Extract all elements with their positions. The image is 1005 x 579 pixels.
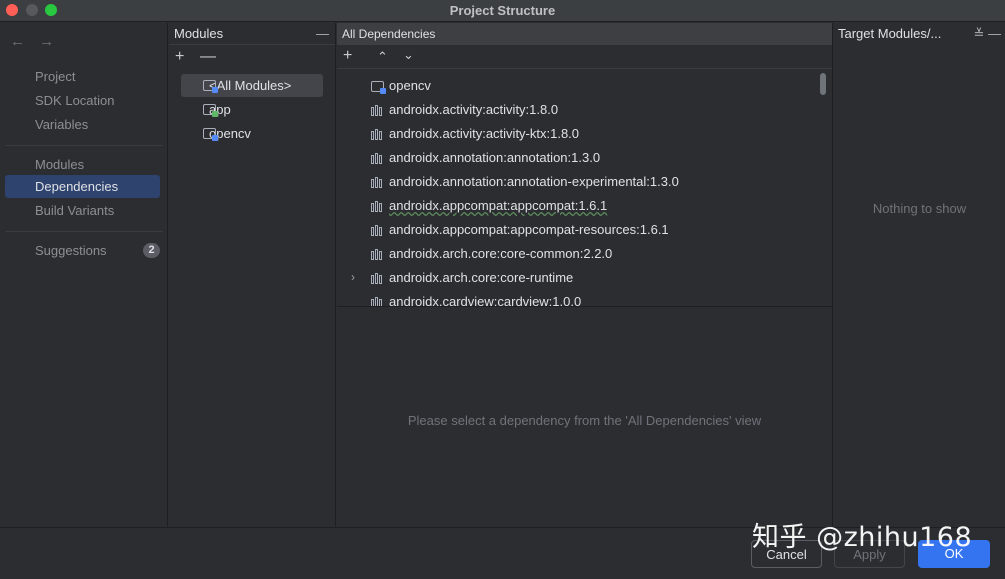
nav-arrows: ← → <box>10 33 64 50</box>
dependency-label: androidx.activity:activity:1.8.0 <box>389 102 559 117</box>
expand-chevron-icon[interactable]: › <box>351 270 355 284</box>
target-modules-panel: Target Modules/... ≚ — Nothing to show <box>834 23 1005 527</box>
dependency-label: opencv <box>389 78 431 93</box>
library-icon <box>371 249 383 260</box>
sidebar-item-build-variants[interactable]: Build Variants <box>5 199 160 222</box>
module-folder-icon <box>371 81 386 94</box>
details-placeholder: Please select a dependency from the 'All… <box>407 413 762 428</box>
module-folder-icon <box>203 128 218 141</box>
sidebar-item-variables[interactable]: Variables <box>5 113 160 136</box>
library-icon <box>371 273 383 284</box>
dependency-row[interactable]: opencv <box>367 74 431 98</box>
suggestions-count-badge: 2 <box>143 243 160 258</box>
dependency-row[interactable]: androidx.activity:activity:1.8.0 <box>367 98 558 122</box>
modules-header: Modules — <box>169 23 335 45</box>
module-label: <All Modules> <box>209 78 292 93</box>
dependency-row[interactable]: androidx.arch.core:core-common:2.2.0 <box>367 242 612 266</box>
expand-all-icon[interactable]: ⌃ <box>377 49 388 65</box>
add-dependency-icon[interactable]: + <box>343 48 352 64</box>
modules-panel: Modules — + — <All Modules> app opencv <box>169 23 336 527</box>
library-icon <box>371 225 383 236</box>
dependencies-scrollbar[interactable] <box>820 73 826 95</box>
divider <box>5 145 163 146</box>
dependency-row[interactable]: androidx.annotation:annotation-experimen… <box>367 170 679 194</box>
dependencies-header: All Dependencies <box>337 23 832 45</box>
sidebar-item-dependencies[interactable]: Dependencies <box>5 175 160 198</box>
forward-arrow-icon[interactable]: → <box>39 33 54 50</box>
watermark: 知乎 @zhihu168 <box>752 522 973 553</box>
dependency-label: androidx.arch.core:core-common:2.2.0 <box>389 246 613 261</box>
target-modules-title: Target Modules/... <box>838 26 942 41</box>
library-icon <box>371 177 383 188</box>
library-icon <box>371 153 383 164</box>
library-icon <box>371 297 383 306</box>
module-item-all[interactable]: <All Modules> <box>181 74 323 97</box>
sidebar-item-label: Suggestions <box>35 243 107 258</box>
library-icon <box>371 201 383 212</box>
target-panel-buttons-icon[interactable]: ≚ — <box>973 23 1001 45</box>
dependency-label: androidx.appcompat:appcompat:1.6.1 <box>389 198 608 213</box>
dependency-label: androidx.cardview:cardview:1.0.0 <box>389 294 582 306</box>
library-icon <box>371 129 383 140</box>
dependency-row[interactable]: androidx.arch.core:core-runtime <box>367 266 573 290</box>
dependency-row[interactable]: androidx.appcompat:appcompat:1.6.1 <box>367 194 607 218</box>
module-item-opencv[interactable]: opencv <box>181 122 323 145</box>
sidebar-item-modules[interactable]: Modules <box>5 153 160 176</box>
dependency-row[interactable]: androidx.annotation:annotation:1.3.0 <box>367 146 600 170</box>
window-title: Project Structure <box>449 3 556 18</box>
dependencies-toolbar: + ⌃ ⌄ <box>337 45 832 69</box>
dependency-details-panel: Please select a dependency from the 'All… <box>337 306 833 527</box>
target-modules-header: Target Modules/... ≚ — <box>834 23 1005 45</box>
module-item-app[interactable]: app <box>181 98 323 121</box>
sidebar-item-project[interactable]: Project <box>5 65 160 88</box>
dependency-label: androidx.activity:activity-ktx:1.8.0 <box>389 126 580 141</box>
dependency-row[interactable]: androidx.cardview:cardview:1.0.0 <box>367 290 581 306</box>
dependency-label: androidx.arch.core:core-runtime <box>389 270 574 285</box>
empty-state-text: Nothing to show <box>872 201 967 216</box>
dependencies-panel: All Dependencies + ⌃ ⌄ opencv androidx.a… <box>337 23 833 306</box>
sidebar-item-suggestions[interactable]: Suggestions 2 <box>5 239 160 262</box>
dependency-row[interactable]: androidx.activity:activity-ktx:1.8.0 <box>367 122 579 146</box>
dependency-label: androidx.annotation:annotation:1.3.0 <box>389 150 601 165</box>
modules-title: Modules <box>174 26 224 41</box>
dependency-row[interactable]: androidx.appcompat:appcompat-resources:1… <box>367 218 669 242</box>
collapse-all-icon[interactable]: ⌄ <box>403 47 414 63</box>
title-bar: Project Structure <box>0 0 1005 22</box>
sidebar: ← → Project SDK Location Variables Modul… <box>0 23 168 527</box>
back-arrow-icon[interactable]: ← <box>10 33 25 50</box>
dependency-label: androidx.annotation:annotation-experimen… <box>389 174 679 189</box>
sidebar-item-sdk-location[interactable]: SDK Location <box>5 89 160 112</box>
library-icon <box>371 105 383 116</box>
divider <box>5 231 163 232</box>
add-module-icon[interactable]: + <box>175 49 184 65</box>
hide-panel-icon[interactable]: — <box>316 23 329 45</box>
remove-module-icon[interactable]: — <box>200 49 216 65</box>
module-folder-icon <box>203 80 218 93</box>
module-folder-icon <box>203 104 218 117</box>
dependency-label: androidx.appcompat:appcompat-resources:1… <box>389 222 669 237</box>
